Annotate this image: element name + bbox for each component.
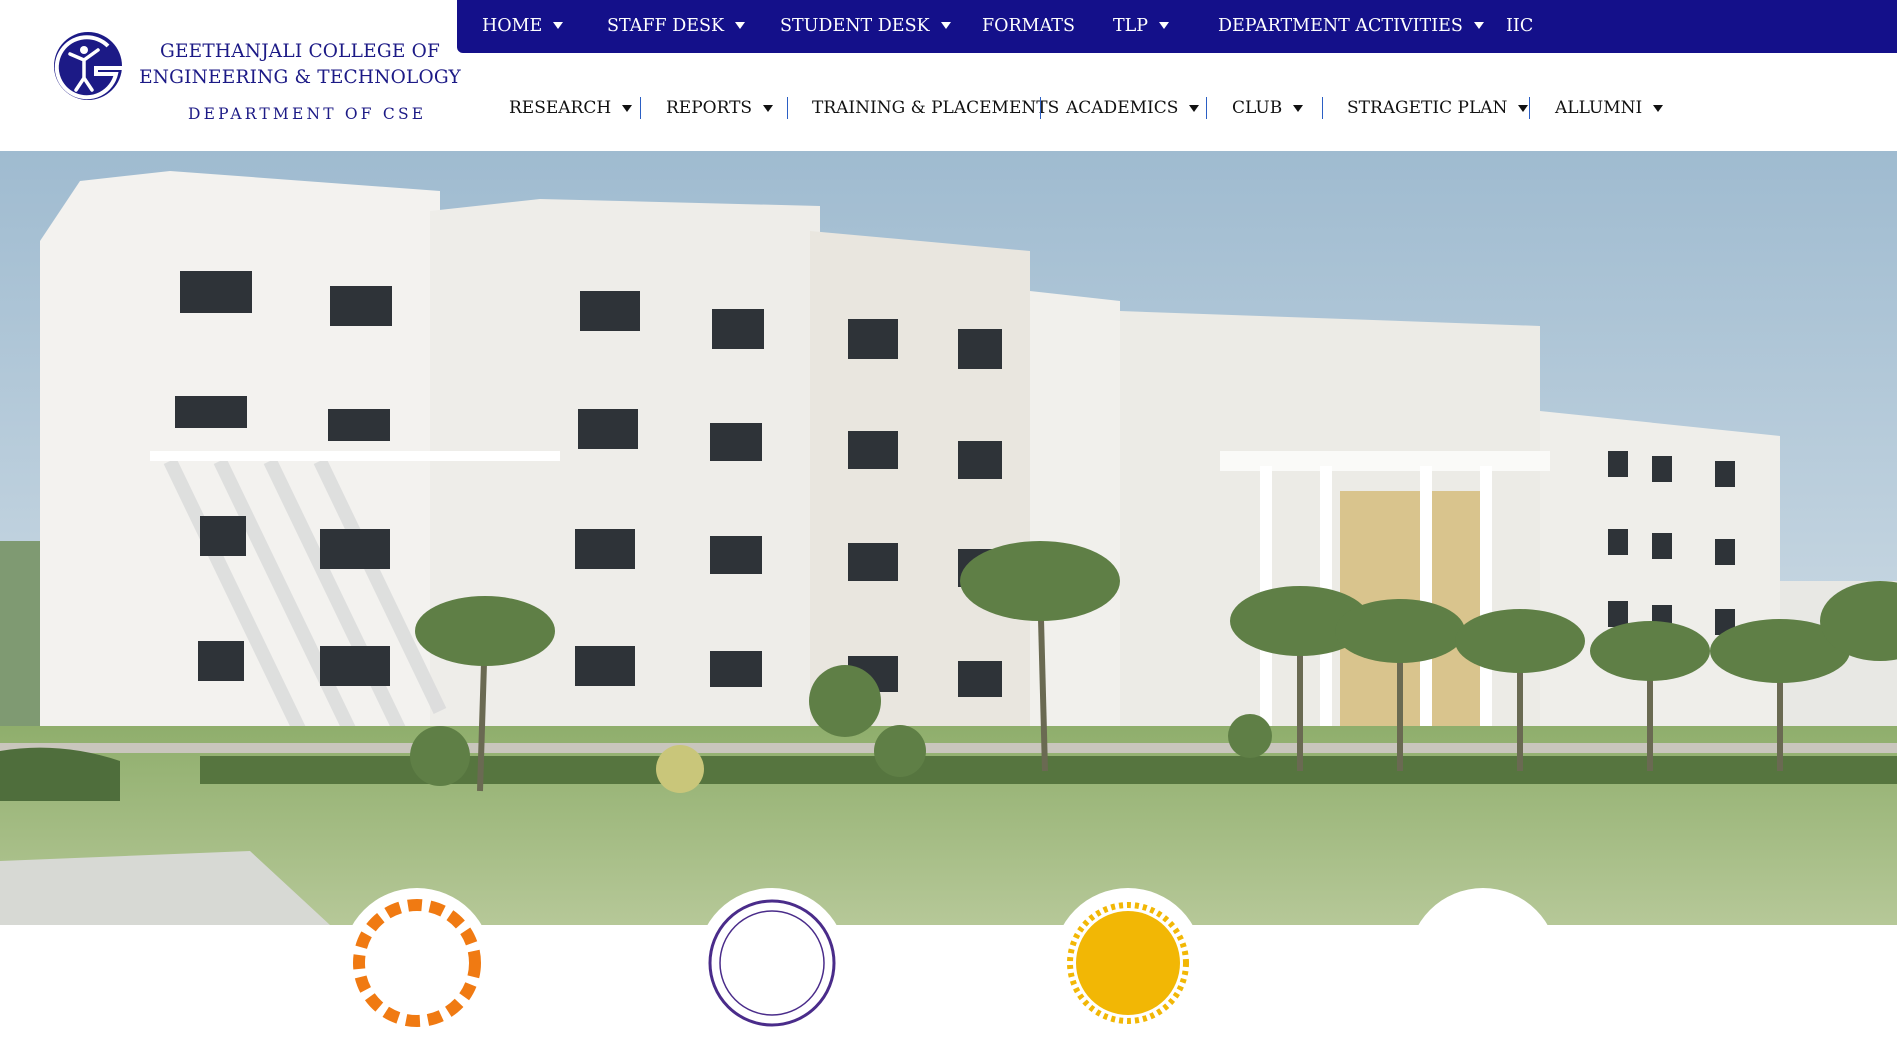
primary-nav: HOME STAFF DESK STUDENT DESK FORMATS TLP… xyxy=(457,0,1897,53)
secondary-nav: RESEARCH REPORTS TRAINING & PLACEMENTS A… xyxy=(0,88,1897,128)
hero-campus-image xyxy=(0,151,1897,925)
nav-research-label: RESEARCH xyxy=(509,98,612,118)
nav-separator xyxy=(787,97,788,119)
nav-separator xyxy=(640,97,641,119)
caret-down-icon xyxy=(1473,22,1484,29)
college-name-line2: ENGINEERING & TECHNOLOGY xyxy=(139,67,461,88)
caret-down-icon xyxy=(940,22,951,29)
technology-seal-icon xyxy=(708,899,836,1027)
caret-down-icon xyxy=(553,22,564,29)
nav-formats[interactable]: FORMATS xyxy=(982,0,1075,51)
nav-club-label: CLUB xyxy=(1232,98,1283,118)
nav-club[interactable]: CLUB xyxy=(1232,88,1304,128)
caret-down-icon xyxy=(1653,104,1664,112)
nav-formats-label: FORMATS xyxy=(982,15,1075,36)
nav-separator xyxy=(1206,97,1207,119)
caret-down-icon xyxy=(1159,22,1170,29)
gold-seal-icon xyxy=(1067,902,1189,1024)
nav-academics[interactable]: ACADEMICS xyxy=(1066,88,1200,128)
nav-department-activities[interactable]: DEPARTMENT ACTIVITIES xyxy=(1218,0,1484,51)
caret-down-icon xyxy=(622,104,633,112)
nav-iic[interactable]: IIC xyxy=(1506,0,1533,51)
badge-technology-seal[interactable] xyxy=(697,888,847,1038)
nav-separator xyxy=(1040,97,1041,119)
caret-down-icon xyxy=(763,104,774,112)
college-name-line1: GEETHANJALI COLLEGE OF xyxy=(159,41,441,62)
campus-building-illustration xyxy=(0,151,1897,925)
nav-student-desk-label: STUDENT DESK xyxy=(780,15,930,36)
caret-down-icon xyxy=(735,22,746,29)
nav-department-activities-label: DEPARTMENT ACTIVITIES xyxy=(1218,15,1463,36)
nav-training-placements-label: TRAINING & PLACEMENTS xyxy=(812,98,1060,118)
nav-strategic-plan-label: STRAGETIC PLAN xyxy=(1347,98,1508,118)
gear-logo-icon xyxy=(353,899,481,1027)
nav-staff-desk[interactable]: STAFF DESK xyxy=(607,0,746,51)
nav-reports-label: REPORTS xyxy=(666,98,753,118)
nav-home[interactable]: HOME xyxy=(482,0,564,51)
badge-blank[interactable] xyxy=(1408,888,1558,1038)
caret-down-icon xyxy=(1518,104,1529,112)
nav-research[interactable]: RESEARCH xyxy=(509,88,633,128)
nav-separator xyxy=(1322,97,1323,119)
nav-separator xyxy=(1529,97,1530,119)
nav-tlp-label: TLP xyxy=(1113,15,1149,36)
nav-tlp[interactable]: TLP xyxy=(1113,0,1170,51)
site-header: GEETHANJALI COLLEGE OF ENGINEERING & TEC… xyxy=(0,0,1897,151)
nav-iic-label: IIC xyxy=(1506,15,1534,36)
nav-staff-desk-label: STAFF DESK xyxy=(607,15,725,36)
nav-strategic-plan[interactable]: STRAGETIC PLAN xyxy=(1347,88,1529,128)
nav-student-desk[interactable]: STUDENT DESK xyxy=(780,0,951,51)
caret-down-icon xyxy=(1293,104,1304,112)
nav-home-label: HOME xyxy=(482,15,543,36)
nav-academics-label: ACADEMICS xyxy=(1066,98,1179,118)
blank-badge-icon xyxy=(1413,893,1553,1033)
nav-training-placements[interactable]: TRAINING & PLACEMENTS xyxy=(812,88,1059,128)
badge-gold-seal[interactable] xyxy=(1053,888,1203,1038)
nav-alumni[interactable]: ALLUMNI xyxy=(1555,88,1664,128)
nav-alumni-label: ALLUMNI xyxy=(1555,98,1643,118)
nav-reports[interactable]: REPORTS xyxy=(666,88,774,128)
badge-gear-logo[interactable] xyxy=(342,888,492,1038)
caret-down-icon xyxy=(1189,104,1200,112)
